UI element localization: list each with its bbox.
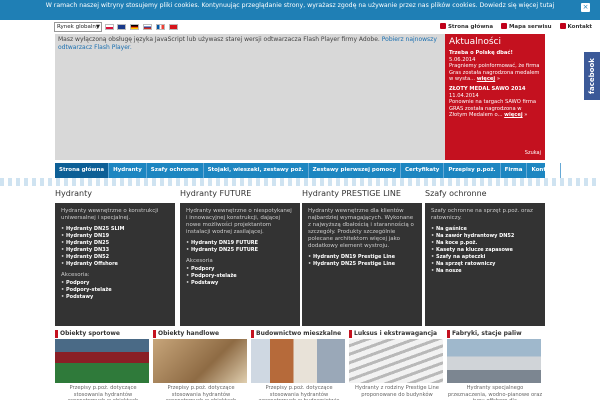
list-item[interactable]: Hydranty DN25 bbox=[61, 240, 169, 247]
category-title[interactable]: Budownictwo mieszkalne bbox=[251, 330, 347, 337]
main-nav: Strona główna Hydranty Szafy ochronne St… bbox=[55, 163, 561, 178]
stadium-image[interactable] bbox=[55, 339, 149, 383]
product-column-prestige: Hydranty wewnętrzne dla klientów najbard… bbox=[302, 203, 422, 326]
nav-item-hydrants[interactable]: Hydranty bbox=[109, 163, 147, 178]
list-item[interactable]: Kasety na klucze zapasowe bbox=[431, 247, 539, 254]
market-select-value: Rynek globalny bbox=[57, 24, 100, 30]
list-item[interactable]: Hydranty DN52 bbox=[61, 254, 169, 261]
category-desc: Przepisy p.poż. dotyczące stosowania hyd… bbox=[259, 385, 340, 400]
column-desc: Szafy ochronne na sprzęt p.poż. oraz rat… bbox=[431, 208, 533, 221]
more-link[interactable]: więcej bbox=[504, 112, 522, 118]
list-item[interactable]: Na zawór hydrantowy DN52 bbox=[431, 233, 539, 240]
accessories-label: Akcesoria: bbox=[61, 272, 90, 278]
flash-message: Masz wyłączoną obsługę języka JavaScript… bbox=[58, 36, 437, 51]
column-title[interactable]: Hydranty bbox=[55, 189, 92, 198]
news-panel: Aktualności Trzeba o Polskę dbać! 5.06.2… bbox=[445, 34, 545, 160]
category-desc: Przepisy p.poż. dotyczące stosowania hyd… bbox=[166, 385, 237, 400]
category-factories[interactable]: Fabryki, stacje paliw Hydranty specjalne… bbox=[447, 330, 543, 400]
cookie-text: W ramach naszej witryny stosujemy pliki … bbox=[45, 2, 555, 9]
nav-item-home[interactable]: Strona główna bbox=[55, 163, 110, 178]
home-link[interactable]: Strona główna bbox=[439, 23, 493, 30]
category-title[interactable]: Obiekty sportowe bbox=[55, 330, 151, 337]
flash-banner: Masz wyłączoną obsługę języka JavaScript… bbox=[55, 34, 445, 160]
list-item[interactable]: Hydranty DN33 bbox=[61, 247, 169, 254]
decorative-divider bbox=[0, 178, 600, 186]
news-item: ZŁOTY MEDAL SAWO 2014 11.04.2014 Ponowni… bbox=[449, 85, 537, 119]
factory-image[interactable] bbox=[447, 339, 541, 383]
category-desc: Przepisy p.poż. dotyczące stosowania hyd… bbox=[68, 385, 139, 400]
list-item[interactable]: Hydranty DN19 FUTURE bbox=[186, 240, 294, 247]
column-title[interactable]: Hydranty PRESTIGE LINE bbox=[302, 189, 401, 198]
list-item[interactable]: Hydranty DN19 bbox=[61, 233, 169, 240]
news-item: Trzeba o Polskę dbać! 5.06.2014 Pragniem… bbox=[449, 50, 540, 83]
chevron-down-icon: ▼ bbox=[96, 24, 100, 30]
mall-image[interactable] bbox=[153, 339, 247, 383]
search-button[interactable]: Szukaj bbox=[525, 150, 541, 156]
list-item[interactable]: Podstawy bbox=[61, 294, 169, 301]
list-item[interactable]: Podstawy bbox=[186, 280, 294, 287]
column-title[interactable]: Szafy ochronne bbox=[425, 189, 487, 198]
flag-pl-icon[interactable] bbox=[105, 24, 114, 30]
list-item[interactable]: Podpory-stelaże bbox=[186, 273, 294, 280]
flag-ru-icon[interactable] bbox=[143, 24, 152, 30]
category-title[interactable]: Luksus i ekstrawagancja bbox=[349, 330, 445, 337]
list-item[interactable]: Na koce p.poż. bbox=[431, 240, 539, 247]
sitemap-icon bbox=[500, 23, 507, 29]
list-item[interactable]: Szafy na apteczki bbox=[431, 254, 539, 261]
category-residential[interactable]: Budownictwo mieszkalne Przepisy p.poż. d… bbox=[251, 330, 347, 400]
contact-link[interactable]: Kontakt bbox=[559, 23, 592, 30]
top-bar: Rynek globalny ▼ Strona główna Mapa serw… bbox=[0, 20, 600, 34]
list-item[interactable]: Hydranty DN19 Prestige Line bbox=[308, 254, 416, 261]
category-luxury[interactable]: Luksus i ekstrawagancja Hydranty z rodzi… bbox=[349, 330, 445, 400]
list-item[interactable]: Hydranty DN25 FUTURE bbox=[186, 247, 294, 254]
flag-de-icon[interactable] bbox=[130, 24, 139, 30]
category-desc: Hydranty z rodziny Prestige Line propono… bbox=[354, 385, 439, 398]
nav-item-certificates[interactable]: Certyfikaty bbox=[401, 163, 445, 178]
flag-fr-icon[interactable] bbox=[156, 24, 165, 30]
mail-icon bbox=[559, 23, 566, 29]
nav-item-regulations[interactable]: Przepisy p.poż. bbox=[444, 163, 501, 178]
category-title[interactable]: Fabryki, stacje paliw bbox=[447, 330, 543, 337]
news-title: Aktualności bbox=[449, 37, 501, 47]
column-title[interactable]: Hydranty FUTURE bbox=[180, 189, 251, 198]
facebook-tab[interactable]: facebook bbox=[584, 52, 600, 100]
category-sports[interactable]: Obiekty sportowe Przepisy p.poż. dotyczą… bbox=[55, 330, 151, 400]
list-item[interactable]: Podpory-stelaże bbox=[61, 287, 169, 294]
list-item[interactable]: Na sprzęt ratowniczy bbox=[431, 261, 539, 268]
category-desc: Hydranty specjalnego przeznaczenia, wodn… bbox=[447, 385, 543, 400]
sitemap-link[interactable]: Mapa serwisu bbox=[500, 23, 552, 30]
nav-item-company[interactable]: Firma bbox=[501, 163, 528, 178]
close-icon[interactable]: × bbox=[581, 3, 590, 12]
product-column-cabinets: Szafy ochronne na sprzęt p.poż. oraz rat… bbox=[425, 203, 545, 326]
column-desc: Hydranty wewnętrzne o konstrukcji uniwer… bbox=[61, 208, 159, 221]
flag-cz-icon[interactable] bbox=[169, 24, 178, 30]
home-icon bbox=[439, 23, 446, 29]
luxury-building-image[interactable] bbox=[349, 339, 443, 383]
column-desc: Hydranty wewnętrzne o niespotykanej i in… bbox=[186, 208, 292, 235]
top-links: Strona główna Mapa serwisu Kontakt bbox=[434, 23, 592, 30]
list-item[interactable]: Na gaśnice bbox=[431, 226, 539, 233]
column-desc: Hydranty wewnętrzne dla klientów najbard… bbox=[308, 208, 414, 249]
list-item[interactable]: Hydranty DN25 Prestige Line bbox=[308, 261, 416, 268]
list-item[interactable]: Na nosze bbox=[431, 268, 539, 275]
list-item[interactable]: Podpory bbox=[61, 280, 169, 287]
accessories-label: Akcesoria bbox=[186, 258, 213, 264]
apartments-image[interactable] bbox=[251, 339, 345, 383]
flag-en-icon[interactable] bbox=[117, 24, 126, 30]
product-column-hydrants: Hydranty wewnętrzne o konstrukcji uniwer… bbox=[55, 203, 175, 326]
category-retail[interactable]: Obiekty handlowe Przepisy p.poż. dotyczą… bbox=[153, 330, 249, 400]
category-title[interactable]: Obiekty handlowe bbox=[153, 330, 249, 337]
product-column-future: Hydranty wewnętrzne o niespotykanej i in… bbox=[180, 203, 300, 326]
cookie-bar: W ramach naszej witryny stosujemy pliki … bbox=[0, 0, 600, 20]
list-item[interactable]: Hydranty DN25 SLIM bbox=[61, 226, 169, 233]
list-item[interactable]: Hydranty Offshore bbox=[61, 261, 169, 268]
nav-item-stands[interactable]: Stojaki, wieszaki, zestawy poż. bbox=[204, 163, 309, 178]
nav-item-first-aid[interactable]: Zestawy pierwszej pomocy bbox=[309, 163, 401, 178]
nav-item-cabinets[interactable]: Szafy ochronne bbox=[147, 163, 204, 178]
list-item[interactable]: Podpory bbox=[186, 266, 294, 273]
more-link[interactable]: więcej bbox=[477, 76, 495, 82]
market-select[interactable]: Rynek globalny ▼ bbox=[54, 22, 102, 32]
nav-item-contact[interactable]: Kontakt bbox=[527, 163, 561, 178]
